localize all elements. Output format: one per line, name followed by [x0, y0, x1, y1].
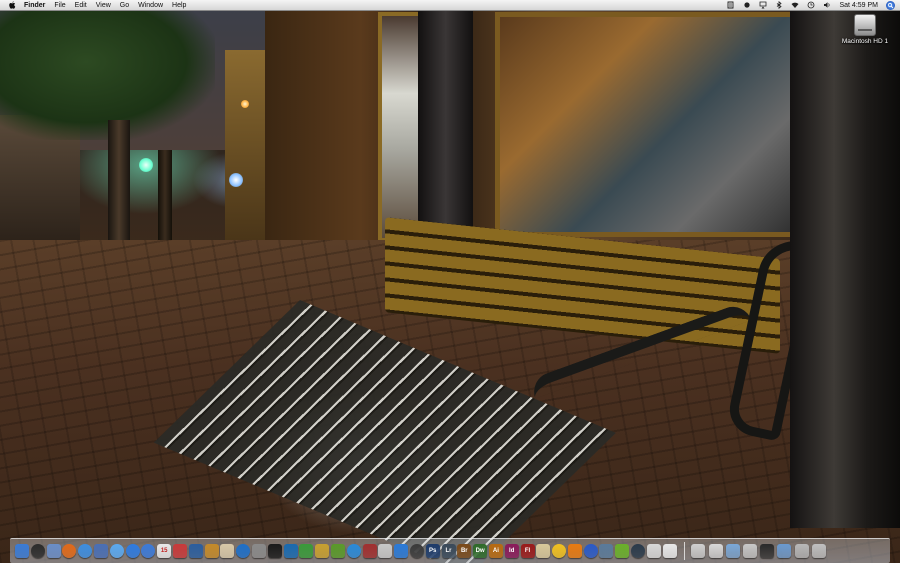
- menu-view[interactable]: View: [96, 0, 111, 11]
- dock-firefox-icon[interactable]: [62, 544, 77, 558]
- dock-keyboard-icon[interactable]: [708, 544, 723, 558]
- wallpaper-pillar: [418, 8, 473, 248]
- wallpaper-tree-trunk: [108, 120, 130, 255]
- dock-pencil-icon[interactable]: [315, 544, 330, 558]
- dock-ichat-icon[interactable]: [109, 544, 124, 558]
- dock-textedit-icon[interactable]: [662, 544, 677, 558]
- dock-skype-icon[interactable]: [346, 544, 361, 558]
- dock-photoshop-icon[interactable]: Ps: [425, 544, 440, 558]
- wallpaper-tree-trunk-2: [158, 150, 172, 245]
- dock-xcode-icon[interactable]: [93, 544, 108, 558]
- wallpaper-streetlight-green: [139, 158, 153, 172]
- dock-indesign-icon[interactable]: Id: [504, 544, 519, 558]
- dock-iphoto-icon[interactable]: [188, 544, 203, 558]
- menu-go[interactable]: Go: [120, 0, 129, 11]
- dock-transmit-icon[interactable]: [378, 544, 393, 558]
- menu-window[interactable]: Window: [138, 0, 163, 11]
- dock-quicktime-icon[interactable]: [236, 544, 251, 558]
- script-icon[interactable]: [727, 1, 735, 9]
- dock-ical-globe-icon[interactable]: [125, 544, 140, 558]
- dock-app-store-icon[interactable]: [394, 544, 409, 558]
- bluetooth-icon[interactable]: [775, 1, 783, 9]
- dock-garageband-icon[interactable]: [204, 544, 219, 558]
- dock-lightroom-icon[interactable]: Lr: [441, 544, 456, 558]
- dock-illustrator-icon[interactable]: Ai: [488, 544, 503, 558]
- dock-system-prefs-icon[interactable]: [251, 544, 266, 558]
- airplay-icon[interactable]: [759, 1, 767, 9]
- dock-coda-icon[interactable]: [299, 544, 314, 558]
- dock-activity-icon[interactable]: [409, 544, 424, 558]
- wallpaper-shop-window-small: [378, 12, 423, 242]
- volume-icon[interactable]: [823, 1, 831, 9]
- dock-dreamweaver-icon[interactable]: Dw: [473, 544, 488, 558]
- dock-safari-icon[interactable]: [78, 544, 93, 558]
- dot-icon[interactable]: [743, 1, 751, 9]
- wallpaper-streetlight-blue: [229, 173, 243, 187]
- dock-ical-icon[interactable]: 15: [157, 544, 172, 558]
- menu-help[interactable]: Help: [172, 0, 186, 11]
- wifi-icon[interactable]: [791, 1, 799, 9]
- dock-time-machine-icon[interactable]: [631, 544, 646, 558]
- dock-fireworks-old-icon[interactable]: [362, 544, 377, 558]
- spotlight-icon[interactable]: [886, 0, 895, 10]
- time-machine-icon[interactable]: [807, 1, 815, 9]
- dock-photobooth-icon[interactable]: [172, 544, 187, 558]
- desktop-icon-macintosh-hd[interactable]: Macintosh HD 1: [838, 14, 892, 45]
- hard-drive-icon: [854, 14, 876, 36]
- dock-disk-icon[interactable]: [794, 544, 809, 558]
- desktop-wallpaper: [0, 0, 900, 563]
- apple-logo-icon[interactable]: [7, 0, 17, 10]
- dock-dreamweaver-old-icon[interactable]: [330, 544, 345, 558]
- menu-finder[interactable]: Finder: [24, 0, 45, 11]
- wallpaper-pillar-right: [790, 8, 900, 528]
- dock-mail-stamp-icon[interactable]: [46, 544, 61, 558]
- dock-separator: [684, 542, 686, 560]
- dock-documents-folder-icon[interactable]: [725, 544, 740, 558]
- dock-trash-icon[interactable]: [811, 544, 826, 558]
- dock-dashboard-icon[interactable]: [30, 544, 45, 558]
- dock-terminal-icon[interactable]: [267, 544, 282, 558]
- wallpaper-streetlight-amber: [241, 100, 249, 108]
- wallpaper-shop-window-large: [495, 12, 810, 237]
- menu-clock[interactable]: Sat 4:59 PM: [839, 0, 878, 11]
- dock-aim-icon[interactable]: [283, 544, 298, 558]
- dock-flash-icon[interactable]: Fl: [520, 544, 535, 558]
- dock-address-book-icon[interactable]: [536, 544, 551, 558]
- dock-vlc-icon[interactable]: [567, 544, 582, 558]
- dock-utorrent-icon[interactable]: [615, 544, 630, 558]
- desktop-icon-label: Macintosh HD 1: [841, 38, 889, 45]
- dock-grapher-icon[interactable]: [646, 544, 661, 558]
- dock-network-icon[interactable]: [599, 544, 614, 558]
- menu-file[interactable]: File: [54, 0, 65, 11]
- dock-downloads-icon[interactable]: [777, 544, 792, 558]
- menu-bar: Finder File Edit View Go Window Help Sat…: [0, 0, 900, 11]
- dock: 15 Ps Lr Br Dw Ai Id Fl: [10, 538, 890, 563]
- dock-magnifier-icon[interactable]: [691, 544, 706, 558]
- menu-extras: Sat 4:59 PM: [727, 0, 900, 11]
- dock-screen-icon[interactable]: [743, 544, 758, 558]
- dock-itunes-icon[interactable]: [141, 544, 156, 558]
- dock-world-globe-icon[interactable]: [583, 544, 598, 558]
- dock-preview-icon[interactable]: [220, 544, 235, 558]
- menu-edit[interactable]: Edit: [75, 0, 87, 11]
- dock-bridge-icon[interactable]: Br: [457, 544, 472, 558]
- dock-monitor-icon[interactable]: [760, 544, 775, 558]
- dock-finder-icon[interactable]: [15, 544, 29, 558]
- dock-adium-icon[interactable]: [552, 544, 567, 558]
- wallpaper-building-mid: [225, 50, 270, 240]
